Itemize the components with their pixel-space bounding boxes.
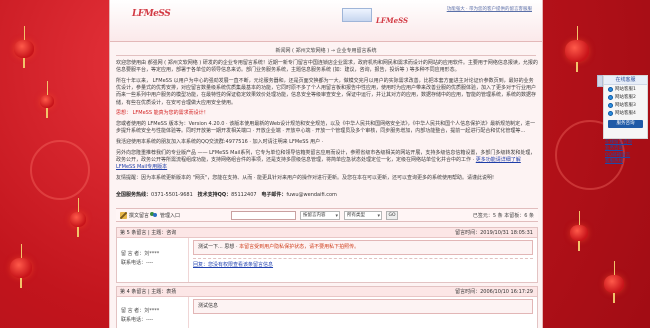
hotline-label: 全国服务热线： [116,192,152,198]
users-icon [150,212,158,219]
qq-icon [608,110,613,116]
privacy-notice: 本留言受到用户隐私保护状态，请不要用私下拍照传。 [239,244,360,250]
qq-icon [608,94,613,100]
customer-service-panel: 在线客服 网站客服1 网站客服2 网站客服3 网站客服4 服务咨询 [603,75,648,139]
service-contact-label: 网站客服1 [615,87,636,92]
intro-paragraph: 所在十年以来， LFMeSS 以用户为中心的强劲发展一直不断，元论服务器和，还是… [116,77,537,106]
email-value[interactable]: fuwu@wendaifi.com [286,192,337,198]
search-input[interactable] [231,211,296,220]
contact-value: ---- [146,260,154,266]
service-link[interactable]: 客服热线 [605,159,648,165]
message-subject: 第 4 条留言 | 主题：表扬 [120,289,177,295]
intro-paragraph: 欢迎您使用由 郝强网 ( 郑州文软网络 ) 研发的的企业专用留言系统！近期一新专… [116,60,538,74]
search-type-select[interactable]: 按留言内容 [300,211,340,220]
lantern-decoration [565,26,589,72]
qq-label: 技术支持QQ： [197,192,232,198]
author-name: 刘**** [144,251,160,257]
header-banner: LFMeSS LFMeSS 功能强大 · 带为您的客户提供的留言客服服 [110,0,542,42]
intro-paragraph: 另外向您隆重推荐我们的专业版产品 —— LFMeSS Mail系列，它专为单位和… [116,150,538,172]
intro-paragraph-text: 另外向您隆重推荐我们的专业版产品 —— LFMeSS Mail系列，它专为单位和… [116,149,536,163]
logo[interactable]: LFMeSS [132,9,171,19]
author-label: 留 言 者： [121,251,145,257]
intro-paragraph: 友情提醒：因为本系统更新版本的 "网页"，您能在支持、从而 · 能更具针对来用户… [116,174,494,181]
lantern-decoration [604,261,624,303]
toolbar: 撰文留言 管理入口 按留言内容 所有类型 GO 已签元：5 条 本留板：6 条 [116,208,538,222]
hotline-value: 0371-5501-9681 [151,192,193,198]
email-label: 电子邮件： [261,192,287,198]
service-links: 在线留言咨询 业务咨询 QQ邮箱留言 客服热线 [603,140,648,166]
service-contact[interactable]: 网站客服3 [604,101,647,109]
ring-decoration [30,140,90,200]
message-text: 测试信息 [198,303,219,309]
lantern-decoration [14,26,34,68]
service-consult-button[interactable]: 服务咨询 [608,120,643,128]
service-contact-label: 网站客服3 [615,103,636,108]
reply-label: 回复： [193,262,209,268]
top-link[interactable]: 功能强大 · 带为您的客户提供的留言客服服 [447,6,532,12]
message-header: 第 4 条留言 | 主题：表扬 留言时间：2006/10/10 16:17:29 [117,287,537,297]
author-name: 刘**** [144,308,160,314]
qq-value: 85112407 [231,192,257,198]
intro-highlight: 思想： LFMeSS 能真为您的需求而设计！ [116,110,209,117]
contact-line: 全国服务热线：0371-5501-9681 技术支持QQ：85112407 电子… [116,191,538,198]
contact-label: 联系电话： [121,260,147,266]
author-label: 留 言 者： [121,308,145,314]
message-time: 留言时间：2006/10/10 16:17:29 [455,289,533,295]
qq-icon [608,86,613,92]
admin-reply[interactable]: 回复：您没有权限查看该条留言信息 [193,258,533,268]
lantern-decoration [70,198,86,237]
message-text: 测试一下... 思想 · [198,244,238,250]
message-card: 第 5 条留言 | 主题：咨询 留言时间：2019/10/31 18:05:31… [116,227,538,283]
reply-text: 您没有权限查看该条留言信息 [208,262,274,268]
message-body: 测试信息 [193,299,533,317]
lantern-decoration [10,244,32,288]
contact-label: 联系电话： [121,317,147,323]
lantern-decoration [570,211,588,251]
search-go-button[interactable]: GO [386,211,398,220]
contact-value: ---- [146,317,154,323]
message-content: 测试一下... 思想 · 本留言受到用户隐私保护状态，请不要用私下拍照传。 [193,240,533,255]
intro-paragraph: 我活迎使用本系统的朋友加入本系统的QQ交流群:4977516 · 加入时请注明来… [116,138,324,145]
pen-icon [120,212,127,219]
page-container: LFMeSS LFMeSS 功能强大 · 带为您的客户提供的留言客服服 新闻网 … [109,0,543,328]
message-content: 测试信息 [193,299,533,314]
panel-title: 在线客服 [604,76,647,85]
divider [116,55,536,56]
message-stats: 已签元：5 条 本留板：6 条 [472,213,534,219]
qq-icon [608,102,613,108]
service-contact-label: 网站客服2 [615,95,636,100]
post-message-button[interactable]: 撰文留言 [120,212,149,219]
service-contact-label: 网站客服4 [615,111,636,116]
admin-entry-button[interactable]: 管理入口 [150,212,180,219]
message-author: 留 言 者：刘**** 联系电话：---- [117,238,189,282]
monitor-icon [342,8,372,22]
service-contact[interactable]: 网站客服4 [604,109,647,117]
service-contact[interactable]: 网站客服1 [604,85,647,93]
message-card: 第 4 条留言 | 主题：表扬 留言时间：2006/10/10 16:17:29… [116,286,538,328]
message-type-select[interactable]: 所有类型 [344,211,382,220]
logo-secondary: LFMeSS [376,16,409,25]
intro-text: 欢迎您使用由 郝强网 ( 郑州文软网络 ) 研发的的企业专用留言系统！近期一新专… [116,60,538,185]
message-subject: 第 5 条留言 | 主题：咨询 [120,230,177,236]
breadcrumb: 新闻网 ( 郑州文软网络 ) → 企业专用留言系统 [275,48,377,54]
lantern-decoration [40,81,54,118]
message-body: 测试一下... 思想 · 本留言受到用户隐私保护状态，请不要用私下拍照传。 回复… [193,240,533,268]
post-message-label: 撰文留言 [129,213,150,219]
service-contact[interactable]: 网站客服2 [604,93,647,101]
message-header: 第 5 条留言 | 主题：咨询 留言时间：2019/10/31 18:05:31 [117,228,537,238]
message-author: 留 言 者：刘**** 联系电话：---- [117,297,189,328]
intro-paragraph: 您或者使用的 LFMeSS 版本为：Version 4.20.0 · 该版本使用… [116,120,536,135]
message-time: 留言时间：2019/10/31 18:05:31 [455,230,533,236]
admin-entry-label: 管理入口 [160,213,181,219]
